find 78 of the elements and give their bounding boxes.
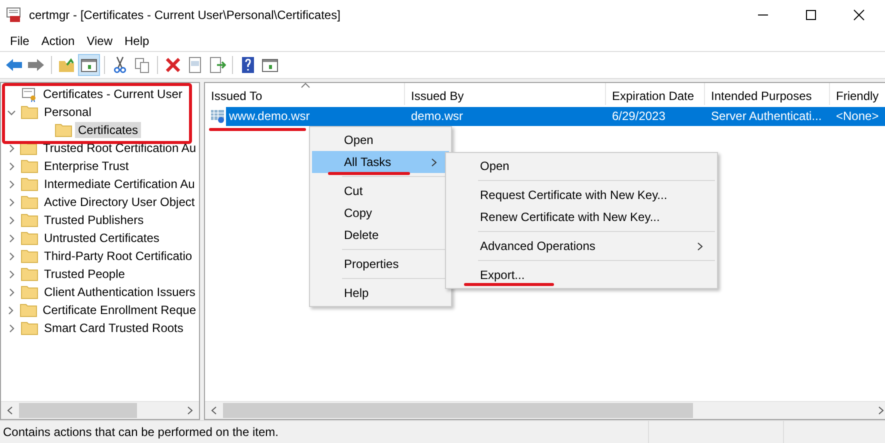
folder-icon — [20, 303, 37, 317]
tree-item[interactable]: Enterprise Trust — [41, 158, 132, 174]
certificate-icon — [210, 108, 226, 124]
folder-icon — [21, 231, 38, 245]
window-title: certmgr - [Certificates - Current User\Personal\Certificates] — [29, 8, 340, 22]
expand-right-icon[interactable] — [7, 198, 16, 206]
horizontal-scrollbar[interactable] — [205, 401, 885, 419]
tree-item[interactable]: Intermediate Certification Au — [41, 176, 198, 192]
scroll-left-icon[interactable] — [211, 406, 217, 415]
status-text: Contains actions that can be performed on the item. — [2, 425, 280, 439]
tree-item[interactable]: Third-Party Root Certificatio — [41, 248, 196, 264]
folder-icon — [21, 249, 38, 263]
folder-icon — [21, 105, 38, 119]
folder-icon — [55, 123, 72, 137]
tree-item[interactable]: Certificate Enrollment Reque — [40, 302, 199, 318]
menu-item[interactable]: Help — [312, 282, 449, 304]
table-cell[interactable]: www.demo.wsr — [226, 107, 405, 126]
tree-item[interactable]: Trusted Publishers — [41, 212, 147, 228]
table-cell[interactable]: 6/29/2023 — [606, 107, 705, 126]
column-header[interactable]: Expiration Date — [606, 83, 705, 105]
column-header[interactable]: Intended Purposes — [705, 83, 830, 105]
expand-down-icon[interactable] — [7, 108, 16, 116]
menu-item[interactable]: Help — [118, 32, 156, 50]
menu-item[interactable]: Advanced Operations — [448, 235, 715, 257]
expand-right-icon[interactable] — [7, 288, 16, 296]
tree-item[interactable]: Certificates — [75, 122, 142, 138]
menu-item[interactable]: Renew Certificate with New Key... — [448, 206, 715, 228]
menu-item[interactable]: Copy — [312, 202, 449, 224]
table-cell[interactable]: <None> — [830, 107, 885, 126]
folder-icon — [21, 195, 38, 209]
column-header[interactable]: Issued By — [405, 83, 606, 105]
folder-icon — [21, 267, 38, 281]
menu-item[interactable]: Action — [35, 32, 81, 50]
expand-right-icon[interactable] — [7, 270, 16, 278]
menu-item[interactable]: All Tasks — [312, 151, 449, 173]
menu-item[interactable]: Delete — [312, 224, 449, 246]
tree-item[interactable]: Untrusted Certificates — [41, 230, 162, 246]
expand-right-icon[interactable] — [7, 252, 16, 260]
table-cell[interactable]: demo.wsr — [405, 107, 606, 126]
tree-item[interactable]: Active Directory User Object — [41, 194, 198, 210]
menu-item[interactable]: Properties — [312, 253, 449, 275]
expand-right-icon[interactable] — [6, 144, 16, 152]
scroll-right-icon[interactable] — [187, 406, 193, 415]
menu-item[interactable]: Request Certificate with New Key... — [448, 184, 715, 206]
expand-right-icon[interactable] — [7, 180, 16, 188]
menu-item[interactable]: Export... — [448, 264, 715, 286]
folder-icon — [21, 285, 38, 299]
menu-item[interactable]: Open — [448, 155, 715, 177]
scroll-right-icon[interactable] — [878, 406, 884, 415]
folder-icon — [21, 213, 38, 227]
tree-item[interactable]: Trusted Root Certification Au — [40, 140, 199, 156]
column-header[interactable]: Issued To — [205, 83, 405, 105]
horizontal-scrollbar[interactable] — [1, 401, 199, 419]
expand-right-icon[interactable] — [7, 162, 16, 170]
column-header[interactable]: Friendly — [830, 83, 885, 105]
expand-right-icon[interactable] — [6, 306, 16, 314]
tree-item[interactable]: Personal — [41, 104, 94, 120]
expand-right-icon[interactable] — [7, 324, 16, 332]
menu-item[interactable]: Open — [312, 129, 449, 151]
window-pane-icon[interactable] — [78, 54, 100, 76]
table-cell[interactable]: Server Authenticati... — [705, 107, 830, 126]
menu-item[interactable]: Cut — [312, 180, 449, 202]
app-icon — [6, 7, 22, 23]
folder-icon — [21, 159, 38, 173]
maximize-icon[interactable] — [805, 9, 817, 21]
menu-item[interactable]: File — [4, 32, 36, 50]
tree-item[interactable]: Client Authentication Issuers — [41, 284, 198, 300]
folder-icon — [21, 177, 38, 191]
expand-right-icon[interactable] — [7, 234, 16, 242]
menu-item[interactable]: View — [80, 32, 118, 50]
expand-right-icon[interactable] — [7, 216, 16, 224]
tree-item[interactable]: Smart Card Trusted Roots — [41, 320, 186, 336]
certificate-store-icon — [21, 86, 37, 102]
tree-item[interactable]: Certificates - Current User — [40, 86, 186, 102]
tree-item[interactable]: Trusted People — [41, 266, 128, 282]
folder-icon — [21, 321, 38, 335]
close-icon[interactable] — [853, 9, 865, 21]
scroll-left-icon[interactable] — [7, 406, 13, 415]
